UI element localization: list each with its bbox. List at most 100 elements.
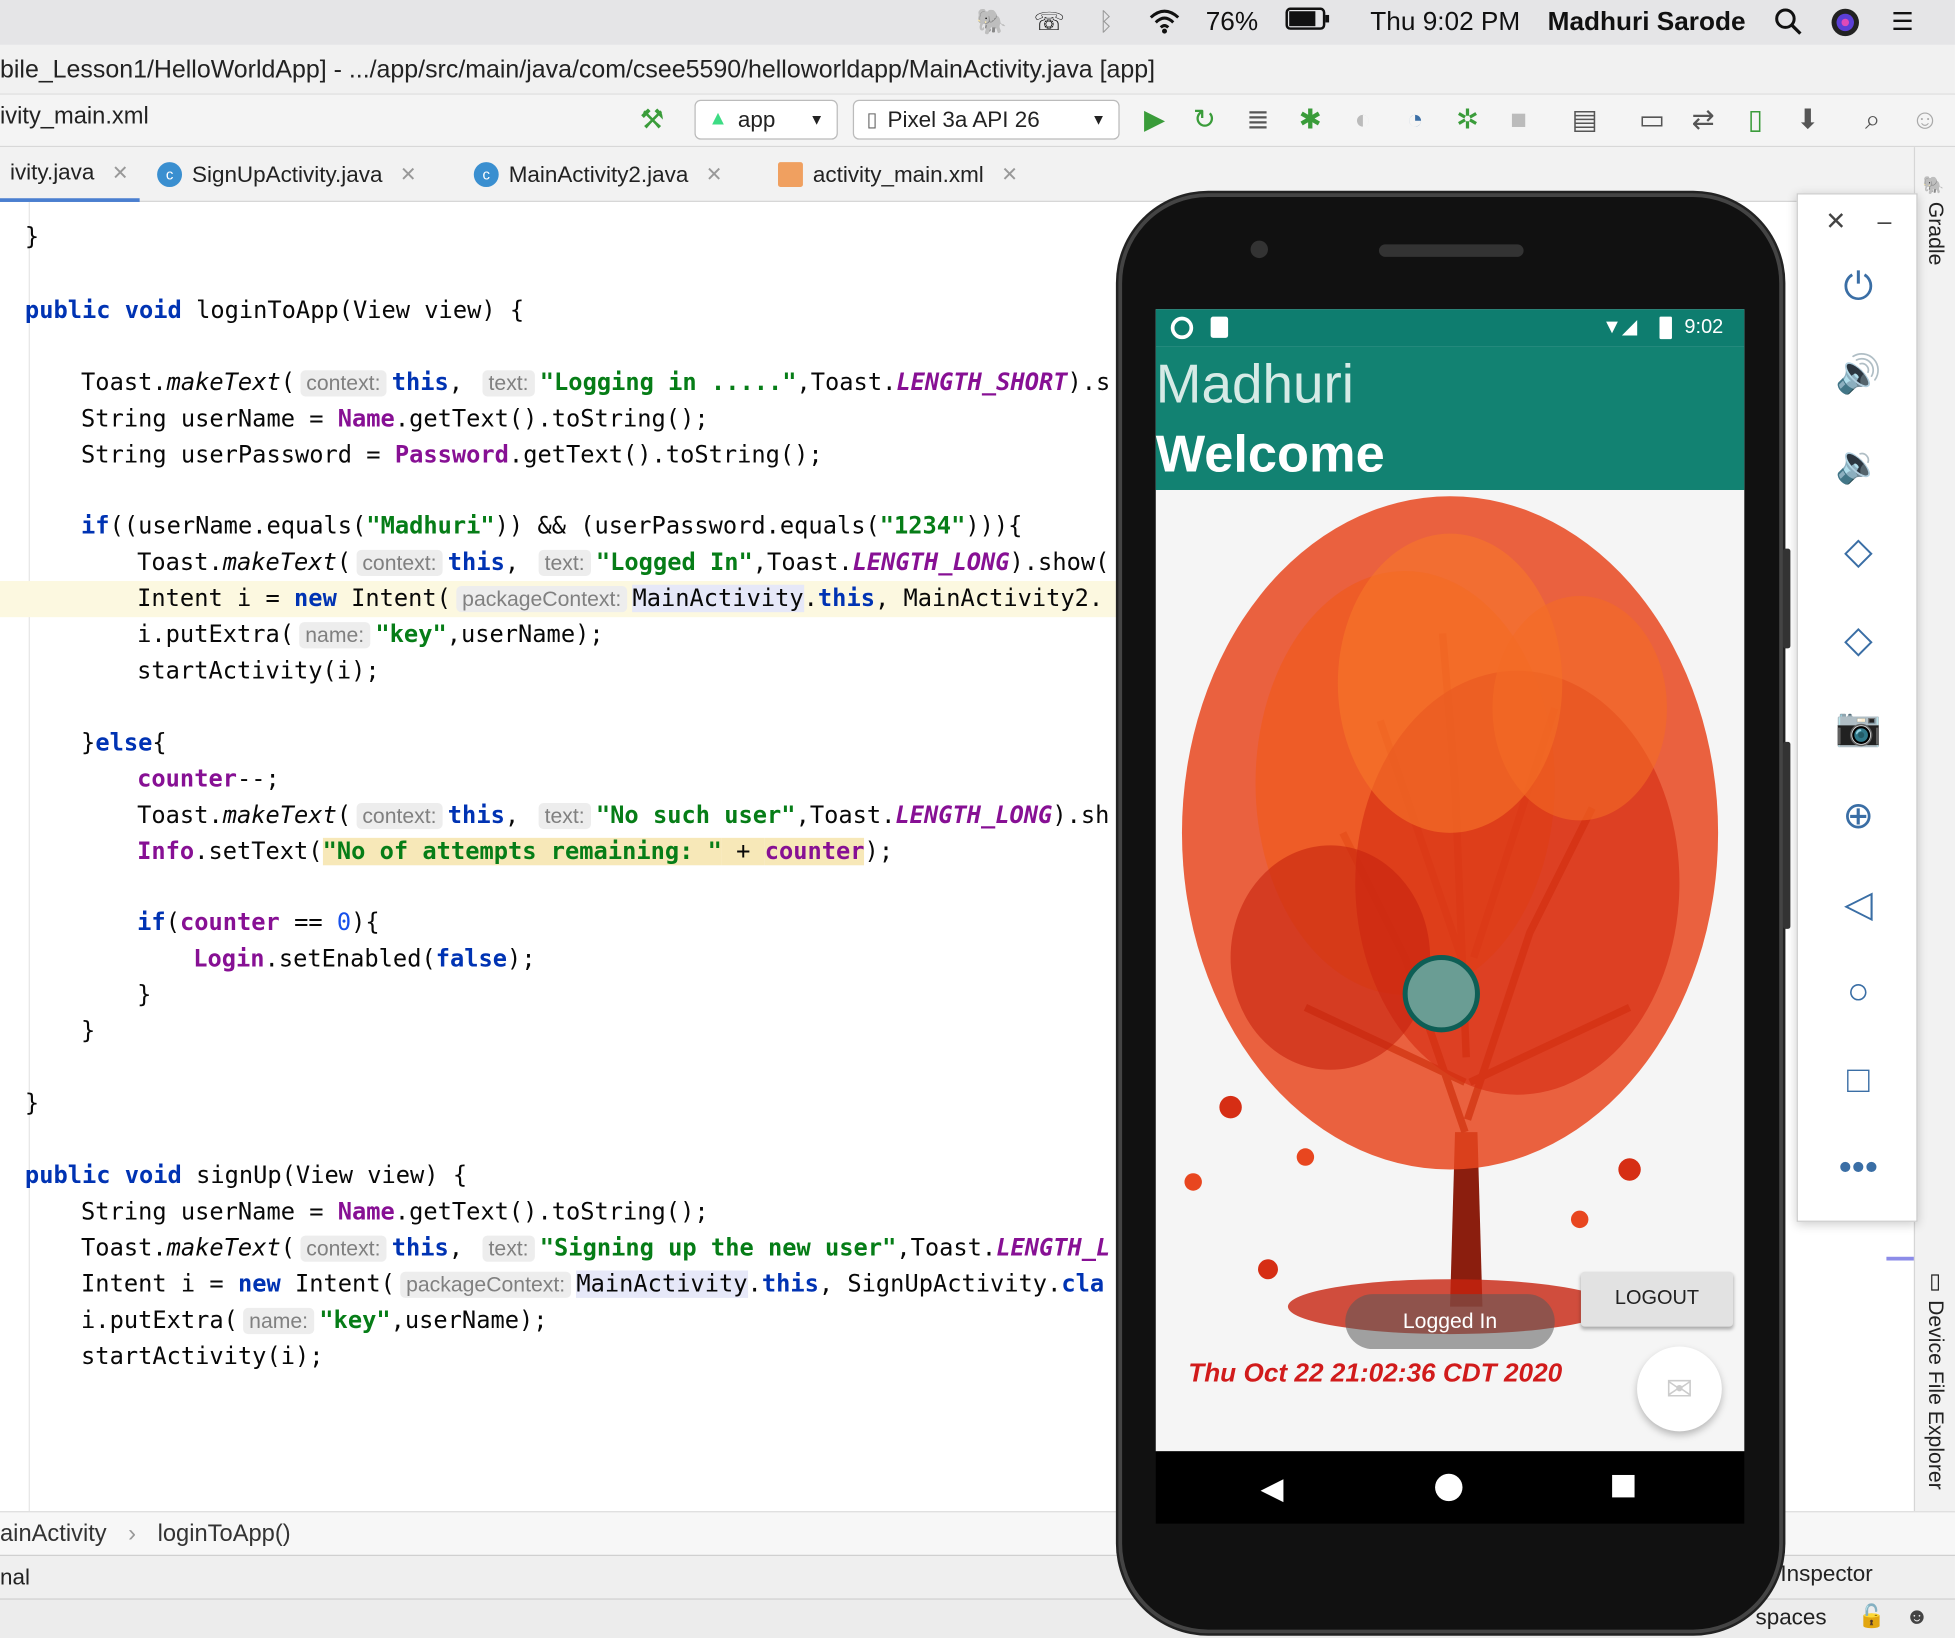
code-line: counter--; [137,765,280,793]
sdcard-icon [1210,316,1229,338]
evernote-icon[interactable]: 🐘 [976,7,1007,37]
tab-mainactivity[interactable]: ivity.java ✕ [0,147,140,202]
breadcrumb-class[interactable]: ainActivity [0,1521,107,1547]
camera-icon[interactable]: 📷 [1798,697,1919,759]
layout-inspector-tab[interactable]: Inspector [1780,1561,1872,1587]
menu-list-icon[interactable]: ☰ [1888,7,1918,37]
front-camera [1250,240,1268,259]
code-line: i.putExtra(name: "key",userName); [81,1306,548,1335]
code-line: String userName = Name.getText().toStrin… [81,405,709,433]
current-file-label: ivity_main.xml [0,103,149,130]
account-icon[interactable]: ☺ [1909,103,1941,135]
code-line: i.putExtra(name: "key",userName); [137,620,604,649]
inspector-icon[interactable]: ☻ [1905,1603,1929,1629]
tab-mainactivity2[interactable]: c MainActivity2.java ✕ [464,147,733,202]
sync-status-icon [1170,316,1194,340]
search-icon[interactable] [1773,7,1803,37]
code-line: } [24,1089,40,1118]
run-config-label: app [737,106,776,132]
siri-icon[interactable] [1830,7,1860,37]
code-line: Toast.makeText(context: this, text: "No su… [137,801,1110,830]
code-line: Login.setEnabled(false); [193,945,536,973]
sdk-icon[interactable]: ⬇ [1792,103,1824,135]
lock-icon[interactable]: 🔓 [1858,1603,1886,1629]
phone-icon: ▯ [1923,1269,1948,1295]
code-line: } [137,981,152,1009]
viber-icon[interactable]: ☏ [1034,7,1065,37]
power-icon[interactable]: ⏻ [1798,257,1919,319]
xml-file-icon [778,162,803,188]
debug-icon[interactable]: ✱ [1294,103,1326,135]
indent-status[interactable]: spaces [1755,1605,1826,1631]
zoom-icon[interactable]: ⊕ [1798,785,1919,847]
tab-signupactivity[interactable]: c SignUpActivity.java ✕ [147,147,426,202]
volume-up-icon[interactable]: 🔊 [1798,344,1919,406]
minimize-icon[interactable]: – [1798,195,1919,250]
breadcrumb-method[interactable]: loginToApp() [158,1521,291,1547]
code-line-current: Intent i = new Intent(packageContext: Mai… [0,581,1120,618]
class-icon: c [473,162,499,188]
apply-changes-icon[interactable]: ↻ [1188,103,1220,135]
run-config-select[interactable]: ▲ app ▼ [694,99,838,140]
coverage-icon[interactable]: ≣ [1242,103,1274,135]
back-icon[interactable]: ◀ [1261,1471,1284,1507]
gradle-tool-tab[interactable]: 🐘 Gradle [1923,175,1948,266]
run-icon[interactable]: ▶ [1138,103,1170,135]
power-side-button [1782,548,1791,649]
close-icon[interactable]: ✕ [112,160,129,185]
tab-activity-main-xml[interactable]: activity_main.xml ✕ [768,147,1028,202]
app-title: Madhuri [1155,354,1354,416]
logout-button[interactable]: LOGOUT [1580,1271,1734,1327]
avd-icon[interactable]: ▭ [1636,103,1668,135]
menubar-clock[interactable]: Thu 9:02 PM [1370,7,1520,37]
close-icon[interactable]: ✕ [400,162,417,187]
terminal-tab[interactable]: nal [0,1565,30,1590]
code-line: }else{ [81,729,167,757]
rotate-right-icon[interactable]: ◇ [1798,610,1919,672]
wifi-icon[interactable] [1148,7,1180,37]
welcome-text: Welcome [1155,423,1385,483]
overview-icon[interactable] [1612,1474,1635,1498]
earpiece [1378,244,1524,257]
volume-down-icon[interactable]: 🔉 [1798,434,1919,496]
overview-icon[interactable]: □ [1798,1050,1919,1112]
build-hammer-icon[interactable]: ⚒ [636,103,668,135]
volume-side-button [1782,741,1791,929]
search-icon[interactable]: ⌕ [1856,103,1888,135]
phone-status-bar: ▼◢ 9:02 [1155,309,1745,347]
code-line: Toast.makeText(context: this, text: "Signi… [81,1234,1111,1262]
code-line: startActivity(i); [81,1342,324,1371]
profile-icon[interactable]: ◐ [1347,103,1379,135]
back-icon[interactable]: ◁ [1798,874,1919,936]
device-select[interactable]: ▯ Pixel 3a API 26 ▼ [852,99,1120,140]
date-text: Thu Oct 22 21:02:36 CDT 2020 [1188,1359,1563,1388]
attach-debugger-icon[interactable]: ✲ [1451,103,1483,135]
phone-nav-bar: ◀ [1155,1451,1745,1524]
profiler-icon[interactable]: ◔ [1399,103,1431,135]
more-icon[interactable]: ••• [1798,1137,1919,1199]
code-content[interactable]: } public void loginToApp(View view) { To… [0,202,1120,1511]
close-icon[interactable]: ✕ [1001,162,1018,187]
home-icon[interactable]: ○ [1798,961,1919,1023]
menubar-user[interactable]: Madhuri Sarode [1548,7,1746,37]
device-file-explorer-tab[interactable]: ▯ Device File Explorer [1923,1269,1948,1489]
window-title: bile_Lesson1/HelloWorldApp] - .../app/sr… [0,44,1955,95]
toast-message: Logged In [1345,1294,1555,1350]
close-icon[interactable]: ✕ [706,162,723,187]
project-structure-icon[interactable]: ▤ [1568,103,1600,135]
code-line: Info.setText("No of attempts remaining: … [137,837,894,866]
gradle-elephant-icon: 🐘 [1925,174,1946,196]
macos-menubar: 🐘 ☏ ᛒ 76% Thu 9:02 PM Madhuri Sarode ☰ [0,0,1955,45]
sync-icon[interactable]: ⇄ [1687,103,1719,135]
code-line: if(counter == 0){ [137,908,380,937]
battery-icon[interactable] [1285,7,1331,37]
email-fab-button[interactable]: ✉ [1637,1346,1722,1432]
code-line: } [81,1017,96,1045]
stop-icon[interactable]: ■ [1502,103,1534,135]
rotate-left-icon[interactable]: ◇ [1798,521,1919,583]
tab-label: MainActivity2.java [508,161,689,187]
device-manager-icon[interactable]: ▯ [1739,103,1771,135]
bluetooth-icon[interactable]: ᛒ [1091,7,1121,37]
home-icon[interactable] [1435,1473,1463,1502]
chevron-down-icon: ▼ [1091,110,1106,129]
